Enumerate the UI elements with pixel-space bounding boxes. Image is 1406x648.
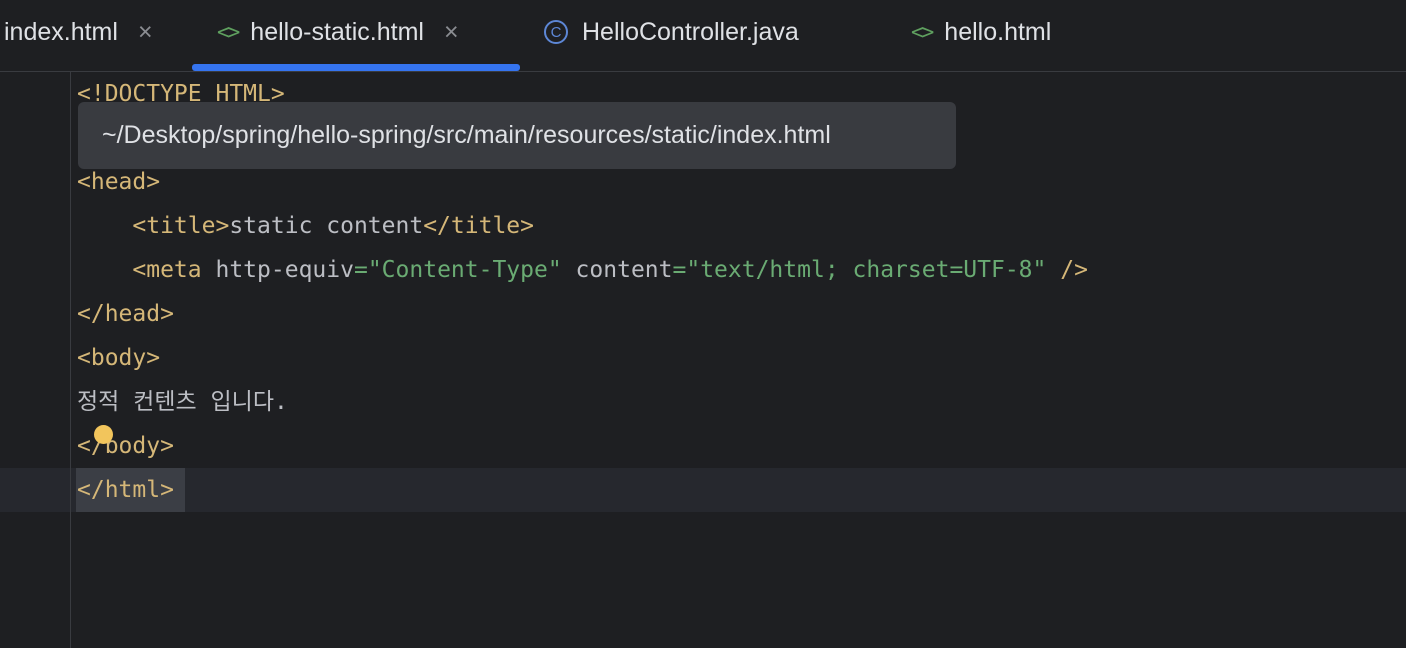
tab-label: hello-static.html xyxy=(250,17,424,46)
meta-attr-content: content xyxy=(561,257,673,283)
close-icon[interactable]: × xyxy=(444,18,459,47)
body-text: 정적 컨텐츠 입니다. xyxy=(77,389,288,415)
html-file-icon: <> xyxy=(911,20,934,44)
tab-hello-html[interactable]: <> hello.html xyxy=(911,0,1051,64)
tab-hello-controller-java[interactable]: C HelloController.java xyxy=(544,0,799,64)
html-file-icon: <> xyxy=(217,20,240,44)
file-path-tooltip: ~/Desktop/spring/hello-spring/src/main/r… xyxy=(78,102,956,169)
code-line-body-text[interactable]: 정적 컨텐츠 입니다. xyxy=(77,380,288,424)
meta-attr-http-equiv: http-equiv xyxy=(201,257,354,283)
tooltip-path: ~/Desktop/spring/hello-spring/src/main/r… xyxy=(102,121,831,149)
intention-bulb-icon[interactable] xyxy=(94,425,113,444)
editor-tab-bar: index.html × <> hello-static.html × C He… xyxy=(0,0,1406,72)
body-close-tag: </body> xyxy=(77,433,174,459)
code-line-meta[interactable]: <meta http-equiv="Content-Type" content=… xyxy=(77,248,1088,292)
active-tab-indicator xyxy=(192,64,520,71)
title-text: static content xyxy=(229,213,424,239)
java-class-icon: C xyxy=(544,20,568,44)
body-open-tag: <body> xyxy=(77,345,161,371)
tab-label: HelloController.java xyxy=(582,17,799,46)
code-line-html-close[interactable]: </html> xyxy=(77,468,174,512)
meta-value-content-type: "Content-Type" xyxy=(367,257,562,283)
tab-hello-static-html[interactable]: <> hello-static.html × xyxy=(217,0,459,64)
title-close-tag: </title> xyxy=(423,213,534,239)
code-line-title[interactable]: <title>static content</title> xyxy=(77,204,534,248)
title-open-tag: <title> xyxy=(132,213,230,239)
meta-eq: = xyxy=(353,257,368,283)
close-icon[interactable]: × xyxy=(138,18,153,47)
code-line-body-close[interactable]: </body> xyxy=(77,424,174,468)
code-line-body-open[interactable]: <body> xyxy=(77,336,160,380)
meta-value-charset: "text/html; charset=UTF-8" xyxy=(686,257,1047,283)
html-close-tag: </html> xyxy=(77,477,174,503)
head-close-tag: </head> xyxy=(77,301,174,327)
meta-eq: = xyxy=(672,257,687,283)
meta-open-tag: <meta xyxy=(132,257,202,283)
meta-close-tag: /> xyxy=(1046,257,1088,283)
head-open-tag: <head> xyxy=(77,169,161,195)
tab-index-html[interactable]: index.html × xyxy=(4,0,153,64)
tab-label: hello.html xyxy=(944,17,1052,46)
code-line-head-close[interactable]: </head> xyxy=(77,292,174,336)
tab-label: index.html xyxy=(4,17,118,46)
ide-window: index.html × <> hello-static.html × C He… xyxy=(0,0,1406,648)
